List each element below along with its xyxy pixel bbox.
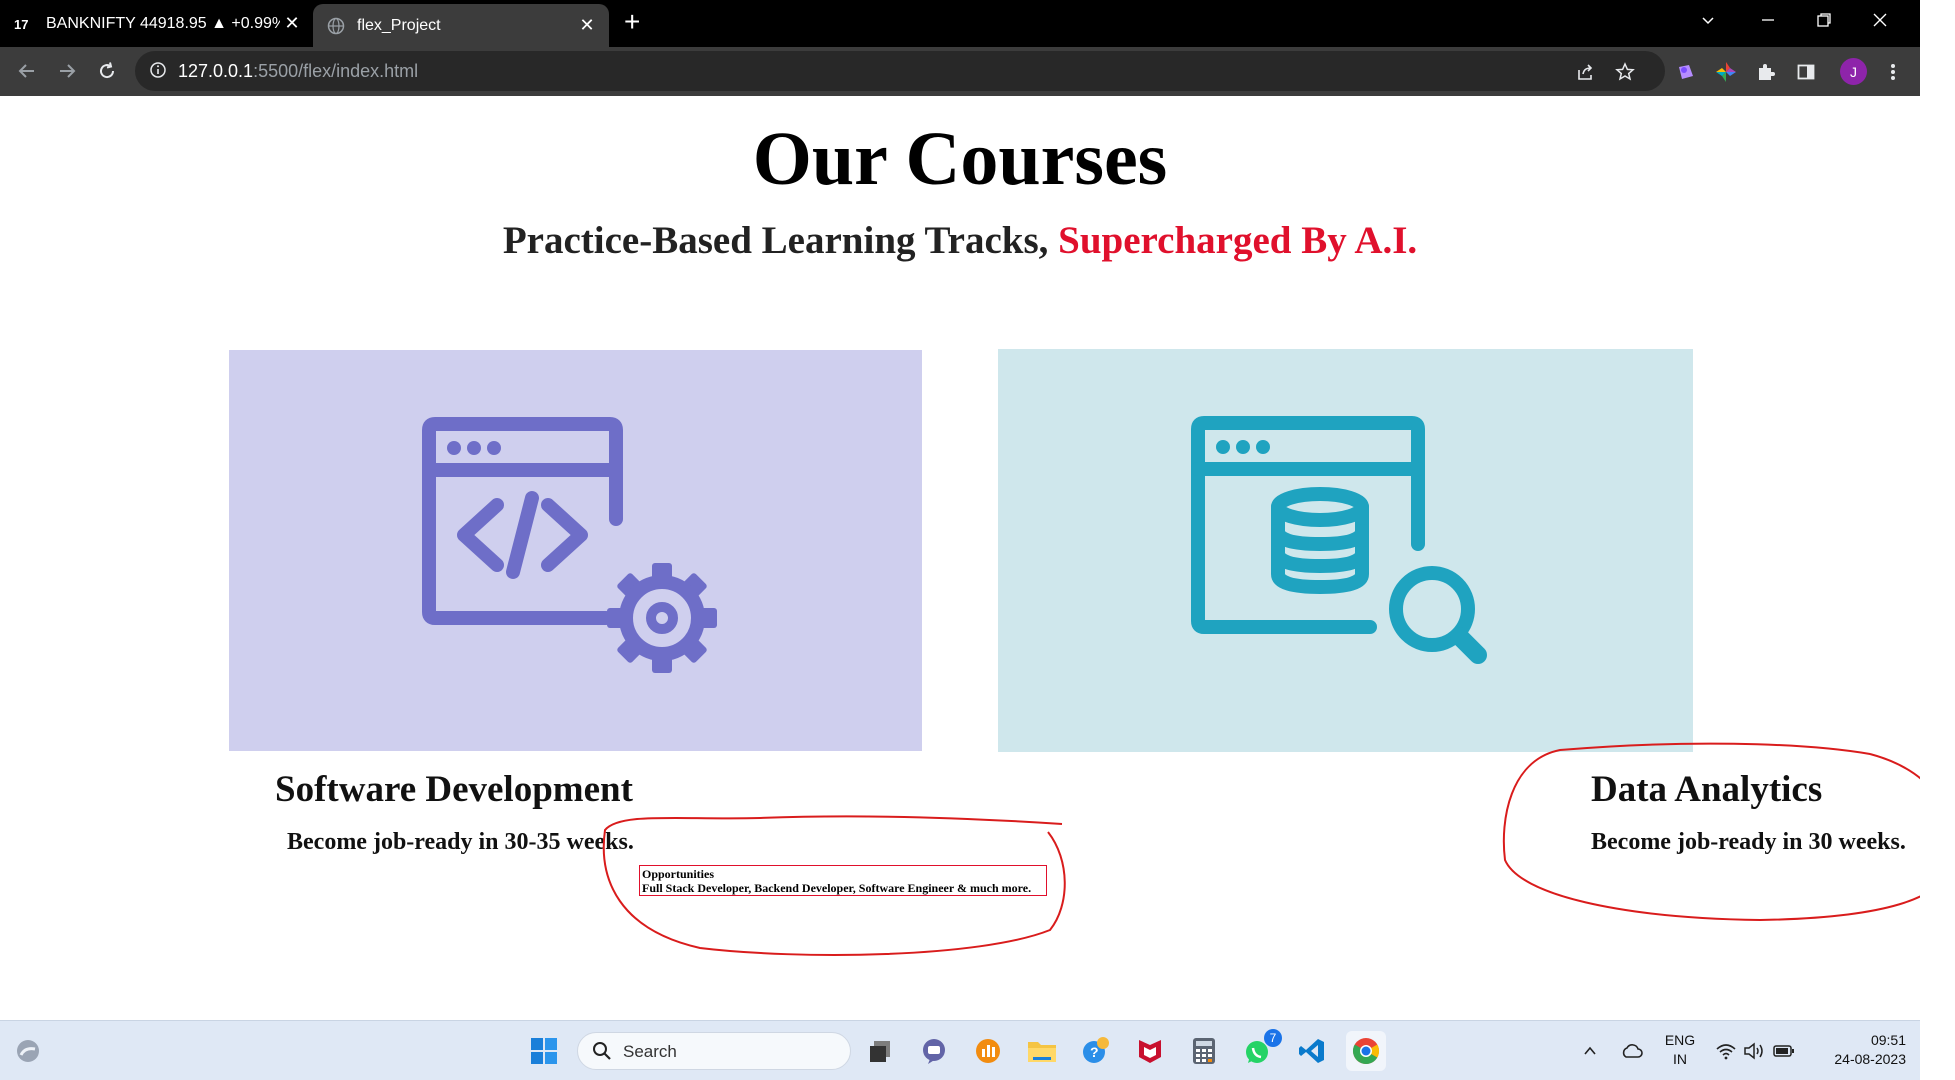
page-subtitle: Practice-Based Learning Tracks, Supercha… bbox=[0, 218, 1920, 263]
subtitle-accent-text: Supercharged By A.I. bbox=[1058, 219, 1418, 262]
start-button[interactable] bbox=[524, 1031, 564, 1071]
tab-title: flex_Project bbox=[357, 16, 441, 34]
tab-flex-project[interactable]: flex_Project ✕ bbox=[313, 4, 609, 47]
course-title-software-development: Software Development bbox=[275, 769, 633, 810]
share-icon[interactable] bbox=[1573, 60, 1597, 84]
course-description-data-analytics: Become job-ready in 30 weeks. bbox=[1591, 829, 1906, 855]
page-title: Our Courses bbox=[752, 117, 1168, 201]
battery-icon[interactable] bbox=[1764, 1031, 1804, 1071]
side-panel-icon[interactable] bbox=[1793, 59, 1819, 85]
url-path: :5500/flex/index.html bbox=[253, 61, 419, 81]
back-button[interactable] bbox=[11, 55, 43, 87]
extension-purple-icon[interactable] bbox=[1673, 59, 1699, 85]
database-search-window-icon bbox=[1191, 416, 1487, 664]
course-title-data-analytics: Data Analytics bbox=[1591, 769, 1823, 810]
search-icon bbox=[592, 1041, 612, 1066]
vscode-icon[interactable] bbox=[1292, 1031, 1332, 1071]
web-page: Our Courses Practice-Based Learning Trac… bbox=[0, 96, 1920, 1020]
teams-chat-icon[interactable] bbox=[914, 1031, 954, 1071]
close-window-button[interactable] bbox=[1872, 0, 1888, 40]
tab-close-button[interactable]: ✕ bbox=[575, 15, 599, 36]
weather-widget-icon[interactable] bbox=[8, 1031, 48, 1071]
url-text[interactable]: 127.0.0.1:5500/flex/index.html bbox=[178, 61, 418, 82]
show-hidden-icons-chevron-icon[interactable] bbox=[1570, 1031, 1610, 1071]
svg-text:17: 17 bbox=[14, 17, 28, 31]
tab-banknifty[interactable]: 17 BANKNIFTY 44918.95 ▲ +0.99% ✕ bbox=[14, 0, 314, 47]
profile-avatar[interactable]: J bbox=[1840, 58, 1867, 85]
language-indicator[interactable]: ENG IN bbox=[1660, 1031, 1700, 1069]
screen-margin bbox=[1920, 0, 1955, 1080]
code-window-gear-icon bbox=[422, 417, 717, 673]
tradingview-icon: 17 bbox=[14, 15, 36, 33]
tooltip-text: Full Stack Developer, Backend Developer,… bbox=[642, 881, 1032, 895]
mcafee-icon[interactable] bbox=[1130, 1031, 1170, 1071]
windows-taskbar: Search ? 7 ENG IN 09:51 24-08-2023 bbox=[0, 1020, 1920, 1080]
tab-strip: 17 BANKNIFTY 44918.95 ▲ +0.99% ✕ flex_Pr… bbox=[0, 0, 1920, 47]
software-development-image bbox=[229, 350, 922, 751]
search-placeholder: Search bbox=[623, 1042, 677, 1061]
subtitle-text: Practice-Based Learning Tracks, bbox=[502, 219, 1059, 262]
reload-button[interactable] bbox=[91, 55, 123, 87]
tooltip-heading: Opportunities bbox=[642, 867, 715, 881]
taskbar-search-box[interactable]: Search bbox=[577, 1032, 851, 1070]
address-bar[interactable]: 127.0.0.1:5500/flex/index.html bbox=[135, 51, 1665, 91]
minimize-button[interactable] bbox=[1760, 0, 1776, 40]
clock-date: 24-08-2023 bbox=[1834, 1051, 1906, 1067]
forward-button[interactable] bbox=[51, 55, 83, 87]
bookmark-star-icon[interactable] bbox=[1613, 60, 1637, 84]
whatsapp-badge: 7 bbox=[1264, 1029, 1282, 1047]
language-line1: ENG bbox=[1664, 1032, 1696, 1048]
opportunities-tooltip: Opportunities Full Stack Developer, Back… bbox=[639, 865, 1047, 896]
clock[interactable]: 09:51 24-08-2023 bbox=[1810, 1031, 1906, 1069]
tab-close-button[interactable]: ✕ bbox=[280, 13, 304, 34]
orange-app-icon[interactable] bbox=[968, 1031, 1008, 1071]
whatsapp-icon[interactable]: 7 bbox=[1238, 1029, 1282, 1071]
tab-title: BANKNIFTY 44918.95 ▲ +0.99% bbox=[46, 14, 280, 32]
browser-toolbar: 127.0.0.1:5500/flex/index.html J bbox=[0, 47, 1920, 96]
new-tab-button[interactable]: + bbox=[624, 6, 640, 38]
chrome-menu-icon[interactable] bbox=[1880, 59, 1906, 85]
restore-button[interactable] bbox=[1816, 0, 1832, 40]
get-help-icon[interactable]: ? bbox=[1076, 1031, 1116, 1071]
data-analytics-image bbox=[998, 349, 1693, 752]
language-line2: IN bbox=[1673, 1051, 1687, 1067]
file-explorer-icon[interactable] bbox=[1022, 1031, 1062, 1071]
url-host: 127.0.0.1 bbox=[178, 61, 254, 81]
clock-time: 09:51 bbox=[1870, 1032, 1906, 1048]
extensions-puzzle-icon[interactable] bbox=[1753, 59, 1779, 85]
onedrive-cloud-icon[interactable] bbox=[1612, 1031, 1652, 1071]
chrome-taskbar-icon[interactable] bbox=[1346, 1031, 1386, 1071]
course-description-software-development: Become job-ready in 30-35 weeks. bbox=[287, 829, 634, 855]
color-picker-extension-icon[interactable] bbox=[1713, 59, 1739, 85]
globe-icon bbox=[325, 17, 347, 35]
task-view-icon[interactable] bbox=[860, 1031, 900, 1071]
calculator-icon[interactable] bbox=[1184, 1031, 1224, 1071]
site-info-icon[interactable] bbox=[149, 61, 167, 84]
tab-search-button[interactable] bbox=[1700, 0, 1716, 40]
svg-text:?: ? bbox=[1090, 1044, 1099, 1060]
